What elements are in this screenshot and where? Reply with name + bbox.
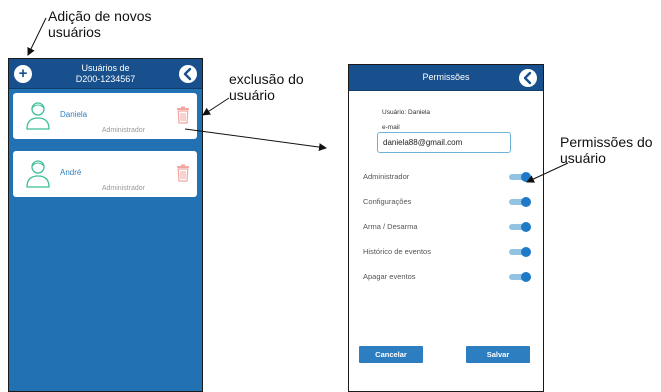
- user-name: Daniela: [60, 110, 88, 119]
- permissions-header: Permissões: [349, 65, 543, 91]
- user-role: Administrador: [101, 185, 145, 192]
- user-avatar-icon: [26, 160, 50, 188]
- device-id: D200-1234567: [75, 74, 136, 84]
- user-name: André: [60, 168, 82, 177]
- users-screen: + Usuários de D200-1234567 Daniela Admin…: [8, 58, 203, 392]
- permissions-title: Permissões: [422, 72, 470, 82]
- cancel-button[interactable]: Cancelar: [359, 346, 423, 363]
- users-title: Usuários de: [81, 63, 130, 73]
- permission-toggle[interactable]: [509, 172, 531, 182]
- user-role: Administrador: [101, 127, 145, 134]
- permission-toggle[interactable]: [509, 272, 531, 282]
- back-button[interactable]: [519, 69, 537, 87]
- user-avatar-icon: [26, 102, 50, 130]
- user-card-andre[interactable]: André Administrador: [13, 151, 197, 197]
- save-button[interactable]: Salvar: [466, 346, 530, 363]
- annotation-user-permissions: Permissões do usuário: [560, 134, 653, 166]
- arrow-delete: [202, 97, 230, 116]
- annotation-add-users: Adição de novos usuários: [48, 8, 152, 40]
- permissions-screen: Permissões Usuário: Daniela e-mail danie…: [348, 64, 544, 392]
- email-field[interactable]: daniela88@gmail.com: [377, 132, 511, 153]
- permission-label: Arma / Desarma: [363, 222, 418, 231]
- chevron-left-icon: [523, 71, 532, 85]
- users-header-title: Usuários de D200-1234567: [9, 63, 202, 85]
- back-button[interactable]: [179, 65, 197, 83]
- trash-icon[interactable]: [176, 164, 190, 182]
- users-header: + Usuários de D200-1234567: [9, 59, 202, 89]
- permission-label: Histórico de eventos: [363, 247, 431, 256]
- permission-toggle[interactable]: [509, 222, 531, 232]
- permission-row-administrador: Administrador: [363, 170, 533, 184]
- user-label: Usuário: Daniela: [382, 109, 431, 116]
- annotation-delete-user: exclusão do usuário: [229, 71, 304, 103]
- permission-row-historico: Histórico de eventos: [363, 245, 533, 259]
- user-card-daniela[interactable]: Daniela Administrador: [13, 93, 197, 139]
- arrow-add: [27, 17, 47, 56]
- email-label: e-mail: [382, 124, 400, 131]
- permission-label: Apagar eventos: [363, 272, 416, 281]
- trash-icon[interactable]: [176, 106, 190, 124]
- permission-toggle[interactable]: [509, 197, 531, 207]
- permission-row-arma-desarma: Arma / Desarma: [363, 220, 533, 234]
- chevron-left-icon: [183, 67, 192, 81]
- permission-label: Configurações: [363, 197, 412, 206]
- permission-label: Administrador: [363, 172, 410, 181]
- permission-row-configuracoes: Configurações: [363, 195, 533, 209]
- arrow-to-permissions: [184, 128, 327, 152]
- permission-row-apagar-eventos: Apagar eventos: [363, 270, 533, 284]
- permission-toggle[interactable]: [509, 247, 531, 257]
